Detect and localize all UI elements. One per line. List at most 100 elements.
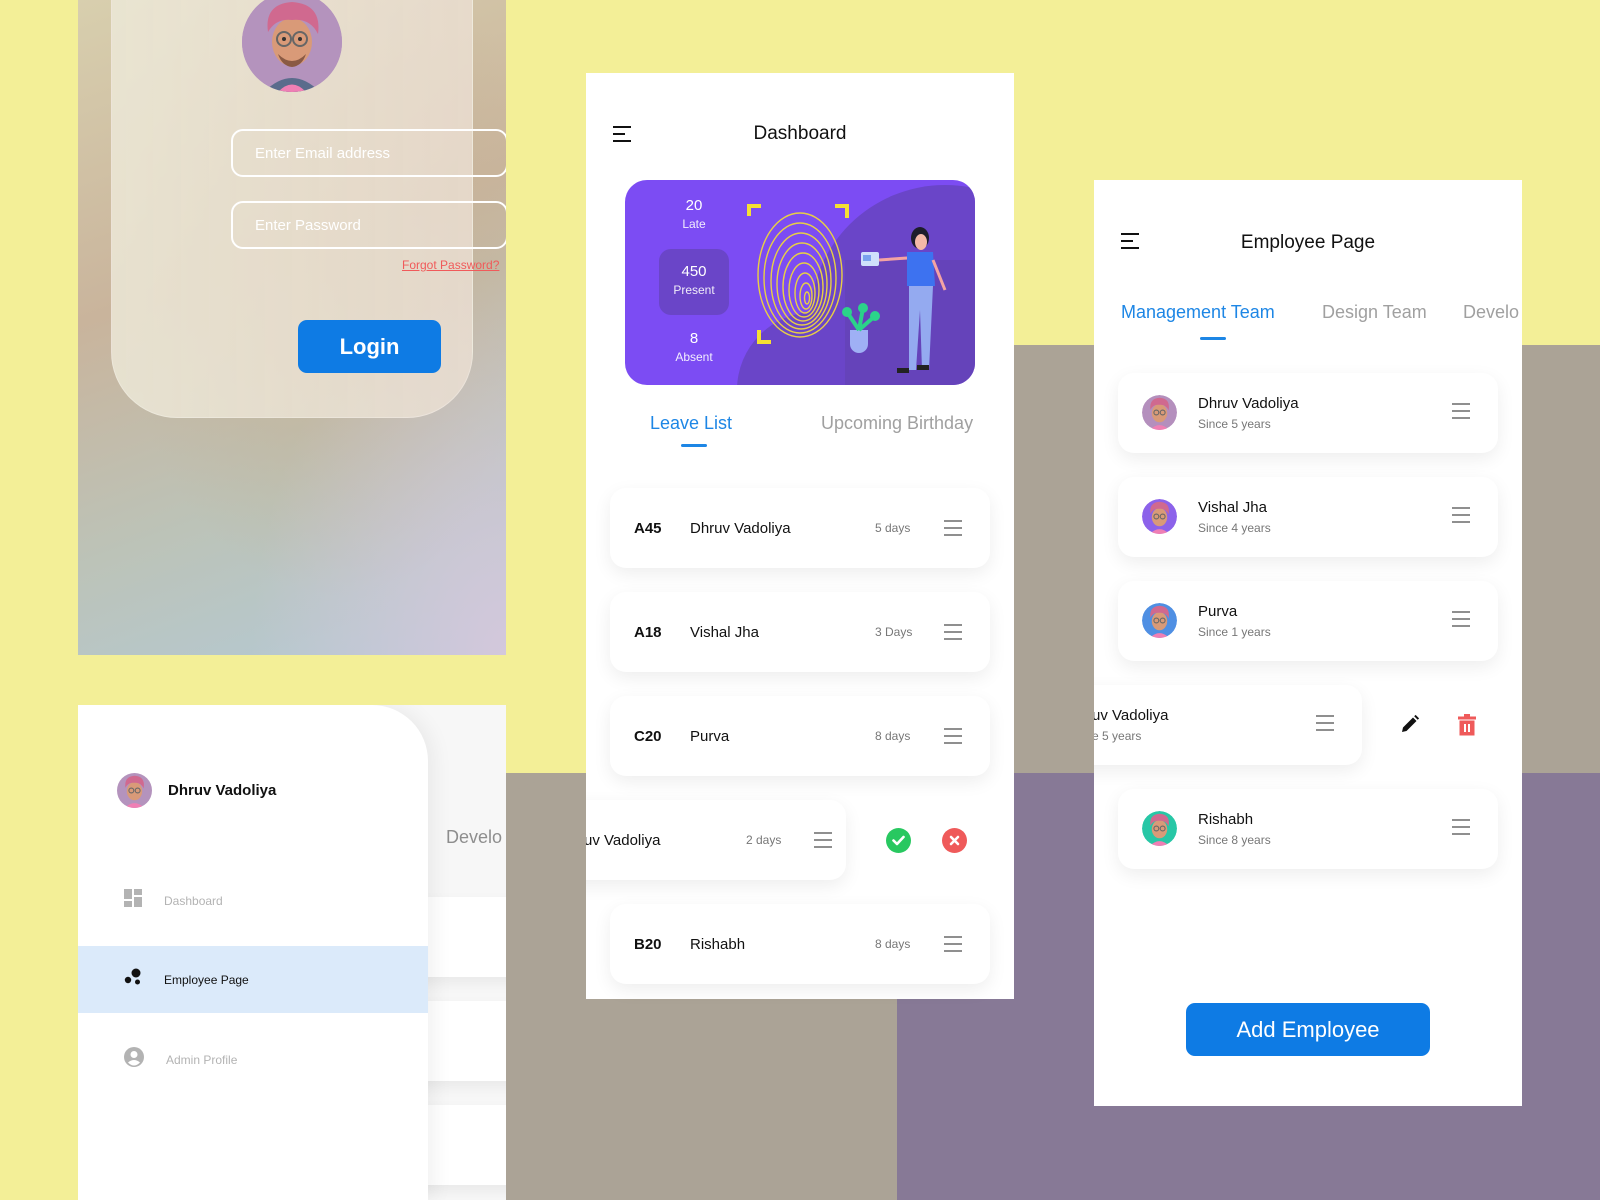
scanner-device-icon	[861, 252, 879, 266]
trash-icon	[1458, 714, 1476, 736]
employee-tenure: Since 8 years	[1198, 833, 1271, 847]
tab-management-team[interactable]: Management Team	[1121, 302, 1275, 323]
check-icon	[892, 835, 905, 846]
leave-code: A18	[634, 623, 662, 641]
tab-development-partial[interactable]: Develo	[446, 827, 502, 848]
tab-development-team[interactable]: Develo	[1463, 302, 1519, 323]
avatar	[1142, 811, 1177, 846]
employee-tenure: e 5 years	[1094, 729, 1142, 743]
login-screen: Enter Email address Enter Password Forgo…	[78, 0, 506, 655]
menu-icon[interactable]	[814, 832, 832, 848]
sidebar-item-admin-profile[interactable]: Admin Profile	[78, 1026, 428, 1093]
employee-page-screen: Employee Page Management Team Design Tea…	[1094, 180, 1522, 1106]
leave-list-item[interactable]: B20 Rishabh 8 days	[610, 904, 990, 984]
close-icon	[949, 835, 960, 846]
employee-list-item[interactable]: Purva Since 1 years	[1118, 581, 1498, 661]
menu-icon[interactable]	[944, 624, 962, 640]
avatar-face-icon	[117, 773, 152, 808]
leave-list-item-swiped[interactable]: uv Vadoliya 2 days	[586, 800, 846, 880]
menu-icon[interactable]	[1452, 819, 1470, 835]
employee-list-item-swiped[interactable]: uv Vadoliya e 5 years	[1094, 685, 1362, 765]
edit-button[interactable]	[1400, 714, 1420, 739]
reject-button[interactable]	[942, 828, 967, 853]
dashboard-icon	[124, 889, 142, 912]
employee-tenure: Since 5 years	[1198, 417, 1271, 431]
employee-tenure: Since 4 years	[1198, 521, 1271, 535]
sidebar-item-employee-page[interactable]: Employee Page	[78, 946, 428, 1013]
menu-icon[interactable]	[944, 936, 962, 952]
drawer-username: Dhruv Vadoliya	[168, 782, 277, 799]
employee-name: uv Vadoliya	[1094, 707, 1169, 724]
add-employee-button[interactable]: Add Employee	[1186, 1003, 1430, 1056]
employee-name: Dhruv Vadoliya	[690, 519, 791, 537]
menu-icon[interactable]	[944, 520, 962, 536]
leave-code: B20	[634, 935, 662, 953]
employee-list-item[interactable]: Rishabh Since 8 years	[1118, 789, 1498, 869]
drawer-user-profile[interactable]: Dhruv Vadoliya	[117, 773, 276, 808]
dashboard-screen: Dashboard 20 Late 450 Present 8 Absent L…	[586, 73, 1014, 999]
stat-label: Present	[673, 283, 715, 297]
menu-icon[interactable]	[1452, 611, 1470, 627]
stat-value: 20	[685, 197, 703, 214]
sidebar-item-dashboard[interactable]: Dashboard	[78, 867, 428, 934]
login-button[interactable]: Login	[298, 320, 441, 373]
tab-upcoming-birthday[interactable]: Upcoming Birthday	[821, 413, 973, 434]
menu-icon[interactable]	[1316, 715, 1334, 731]
active-tab-indicator	[1200, 337, 1226, 340]
fingerprint-illustration	[737, 185, 975, 385]
menu-icon[interactable]	[1452, 403, 1470, 419]
sidebar-item-label: Dashboard	[164, 893, 223, 908]
password-placeholder: Enter Password	[255, 216, 361, 234]
leave-code: A45	[634, 519, 662, 537]
leave-days: 8 days	[875, 937, 911, 951]
navigation-drawer: Dhruv Vadoliya Dashboard Employee Page A…	[78, 705, 428, 1200]
pencil-icon	[1402, 714, 1420, 732]
employee-name: Purva	[1198, 603, 1238, 620]
navigation-drawer-screen: Develo Dhruv Vadoliya Dashboard Employee…	[78, 705, 506, 1200]
sidebar-item-label: Employee Page	[164, 972, 249, 987]
menu-icon[interactable]	[1452, 507, 1470, 523]
stat-value: 450	[681, 263, 707, 280]
employee-name: Dhruv Vadoliya	[1198, 395, 1299, 412]
employee-name: Rishabh	[1198, 811, 1254, 828]
stat-label: Late	[682, 217, 706, 231]
avatar	[1142, 395, 1177, 430]
tab-design-team[interactable]: Design Team	[1322, 302, 1427, 323]
stat-value: 8	[689, 330, 699, 347]
stat-label: Absent	[675, 350, 713, 364]
employee-tenure: Since 1 years	[1198, 625, 1271, 639]
account-circle-icon	[124, 1047, 144, 1072]
page-title: Employee Page	[1240, 232, 1376, 253]
avatar-face-icon	[1142, 499, 1177, 534]
avatar-face-icon	[1142, 811, 1177, 846]
leave-list-item[interactable]: A45 Dhruv Vadoliya 5 days	[610, 488, 990, 568]
employee-name: Purva	[690, 727, 730, 745]
forgot-password-link[interactable]: Forgot Password?	[402, 258, 499, 272]
delete-button[interactable]	[1458, 714, 1476, 741]
employee-list-item[interactable]: Dhruv Vadoliya Since 5 years	[1118, 373, 1498, 453]
active-tab-indicator	[681, 444, 707, 447]
email-placeholder: Enter Email address	[255, 144, 391, 162]
leave-list-item[interactable]: A18 Vishal Jha 3 Days	[610, 592, 990, 672]
sidebar-item-label: Admin Profile	[166, 1052, 238, 1067]
approve-button[interactable]	[886, 828, 911, 853]
leave-days: 2 days	[746, 833, 782, 847]
page-title: Dashboard	[753, 123, 847, 144]
leave-days: 3 Days	[875, 625, 913, 639]
employee-name: uv Vadoliya	[586, 831, 661, 849]
stat-absent: 8 Absent	[659, 330, 729, 364]
stat-late: 20 Late	[659, 197, 729, 231]
leave-list-item[interactable]: C20 Purva 8 days	[610, 696, 990, 776]
avatar	[1142, 603, 1177, 638]
employee-name: Vishal Jha	[690, 623, 759, 641]
email-field[interactable]: Enter Email address	[231, 129, 506, 177]
avatar	[117, 773, 152, 808]
tab-leave-list[interactable]: Leave List	[650, 413, 732, 434]
leave-code: C20	[634, 727, 662, 745]
password-field[interactable]: Enter Password	[231, 201, 506, 249]
menu-icon[interactable]	[944, 728, 962, 744]
stat-present: 450 Present	[659, 249, 729, 315]
attendance-banner: 20 Late 450 Present 8 Absent	[625, 180, 975, 385]
avatar-face-icon	[1142, 395, 1177, 430]
employee-list-item[interactable]: Vishal Jha Since 4 years	[1118, 477, 1498, 557]
